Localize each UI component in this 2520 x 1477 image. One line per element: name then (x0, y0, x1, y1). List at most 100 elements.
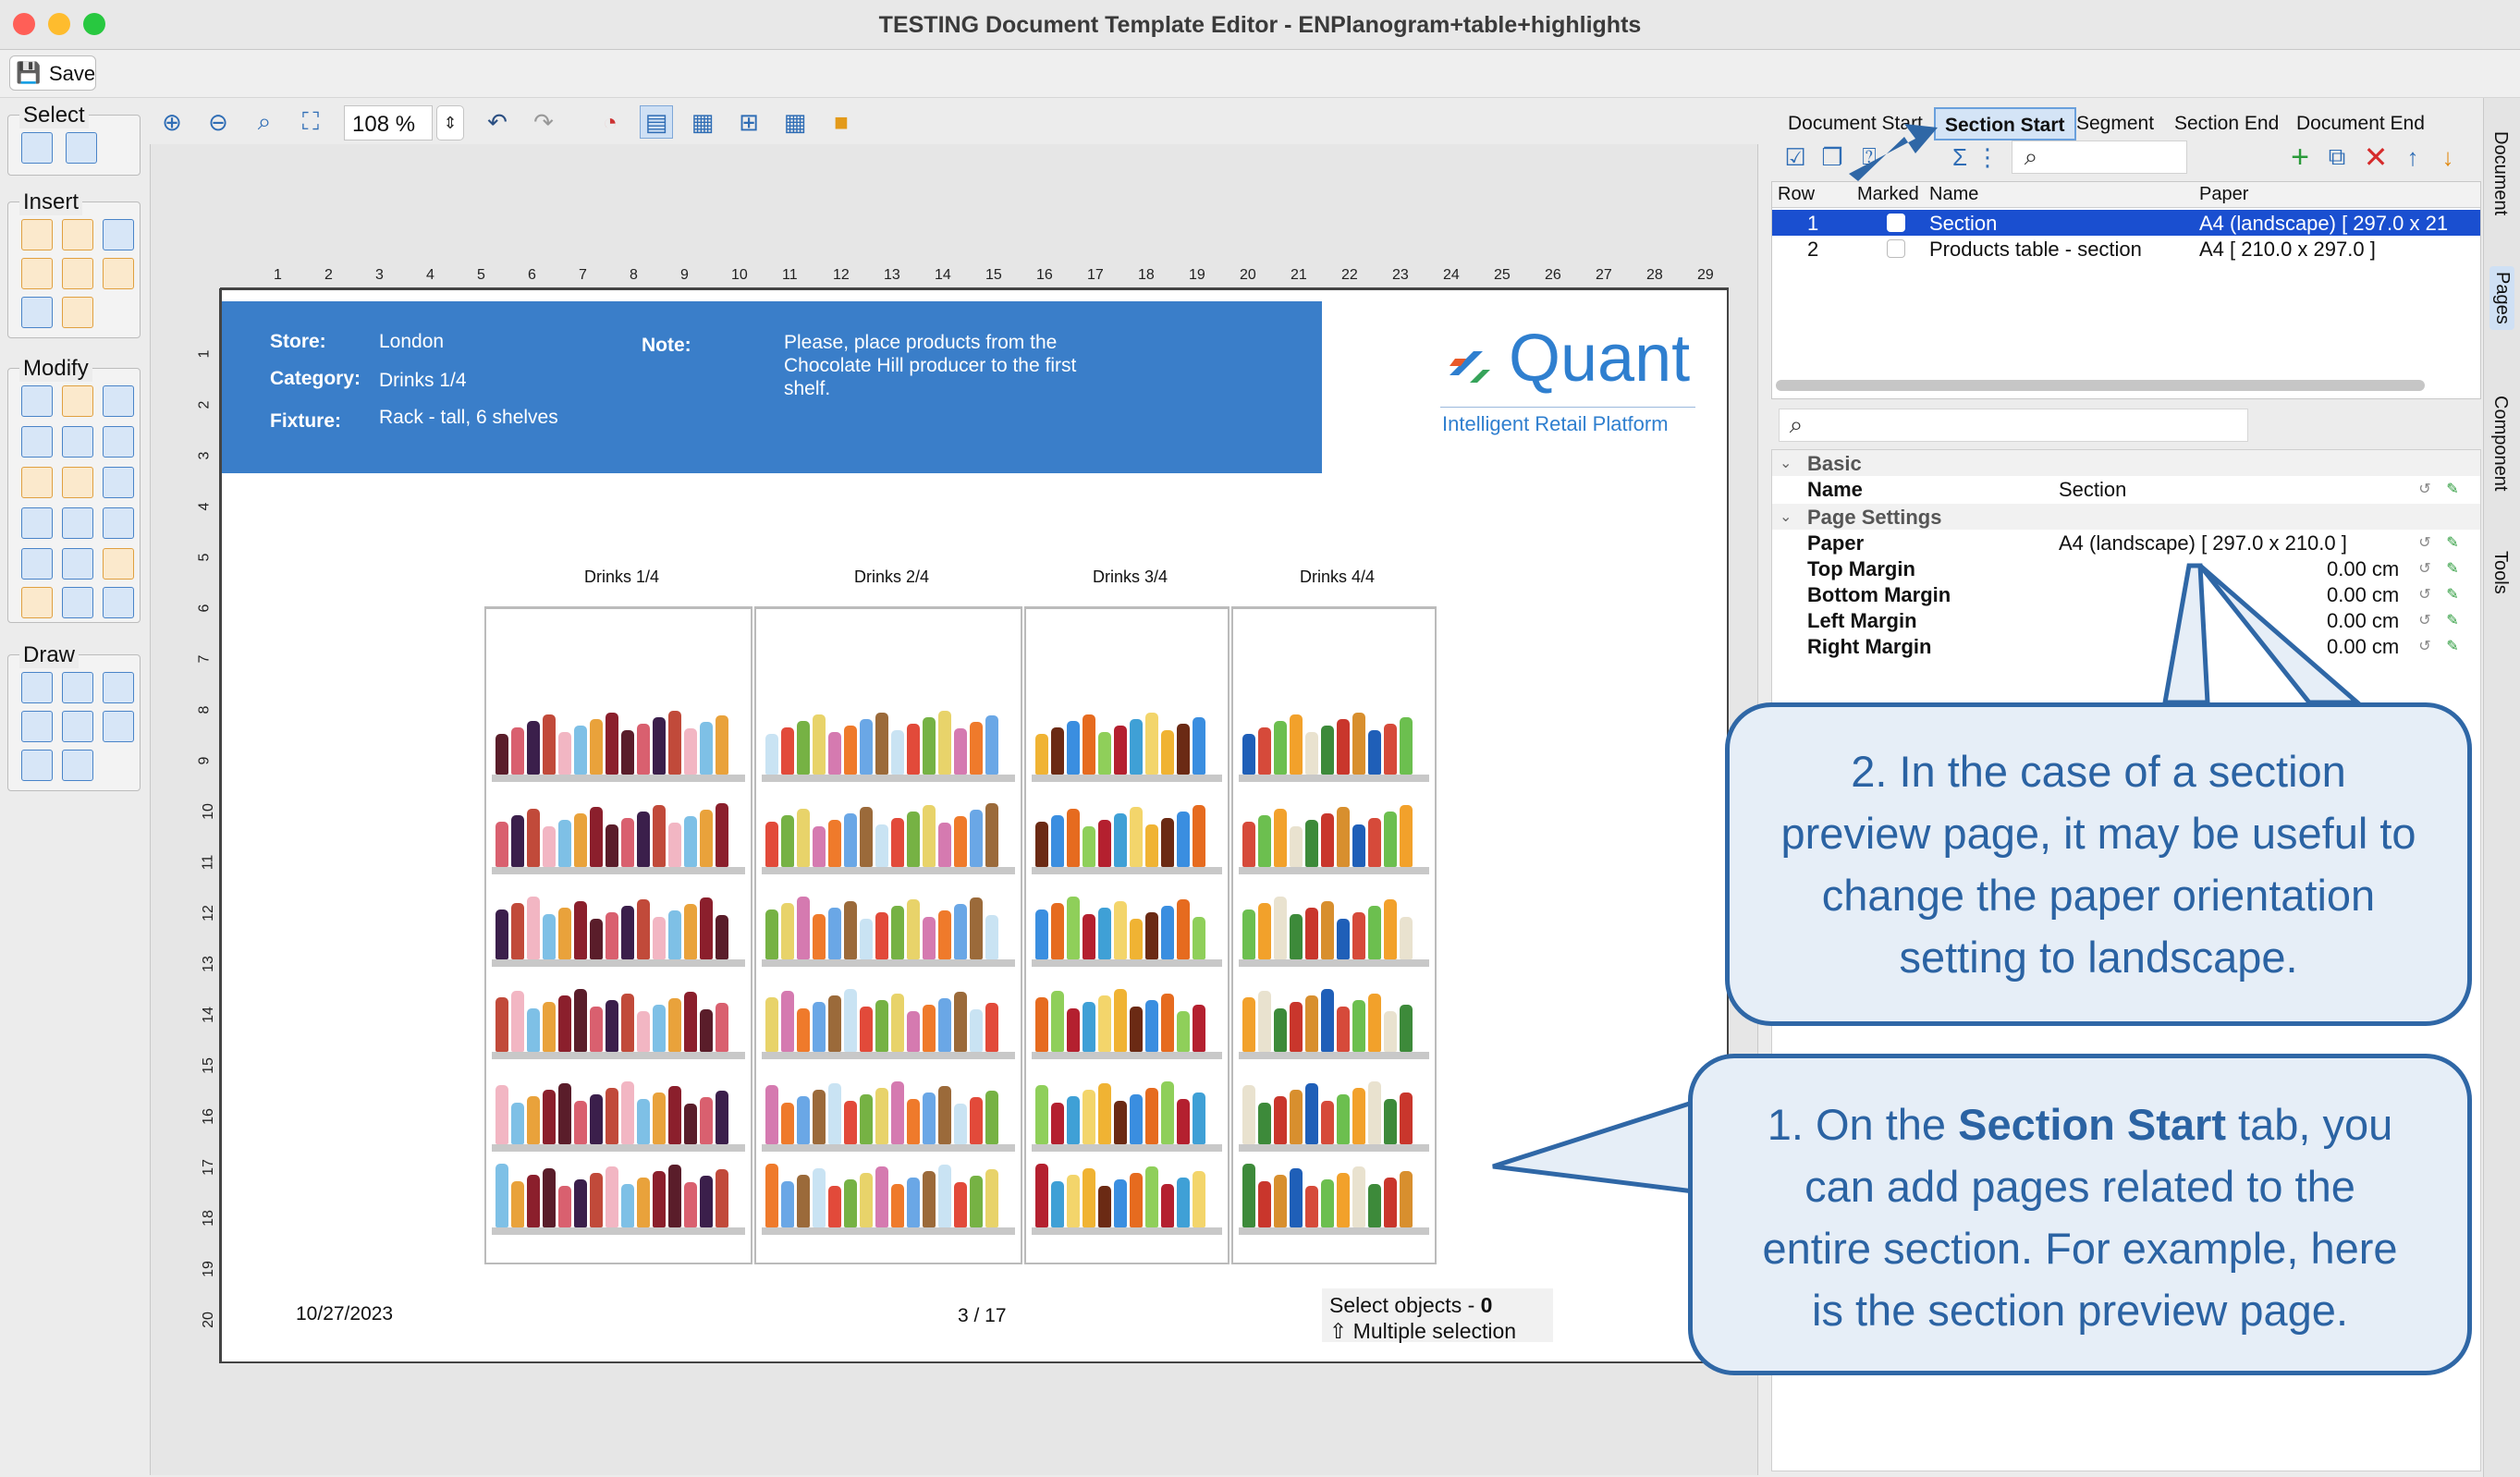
product[interactable] (985, 803, 998, 867)
product[interactable] (716, 803, 728, 867)
insert-pdf-tool[interactable] (103, 258, 134, 289)
product[interactable] (543, 1168, 556, 1227)
arrange-icon[interactable]: ⊞ (732, 105, 765, 139)
paper-value[interactable]: A4 (landscape) [ 297.0 x 210.0 ] (2059, 531, 2347, 555)
product[interactable] (1305, 1186, 1318, 1227)
product[interactable] (1177, 1099, 1190, 1144)
rotate-tool[interactable] (62, 426, 93, 458)
table-row[interactable]: 2 Products table - section A4 [ 210.0 x … (1772, 236, 2480, 262)
product[interactable] (558, 1186, 571, 1227)
product[interactable] (1305, 820, 1318, 867)
product[interactable] (1305, 995, 1318, 1052)
product[interactable] (970, 1097, 983, 1144)
product[interactable] (1067, 1008, 1080, 1052)
reset-icon[interactable]: ↺ (2414, 635, 2436, 657)
product-row[interactable] (1242, 895, 1425, 959)
marked-checkbox[interactable] (1887, 239, 1905, 258)
product[interactable] (1290, 1002, 1303, 1052)
zoom-input[interactable]: 108 % (344, 105, 433, 140)
product[interactable] (813, 914, 826, 959)
product[interactable] (891, 994, 904, 1052)
duplicate-page-icon[interactable]: ⧉ (2320, 140, 2354, 174)
product[interactable] (1083, 1168, 1095, 1227)
col-row[interactable]: Row (1778, 184, 1815, 205)
save-button[interactable]: 💾 Save (9, 55, 96, 91)
align-left-tool[interactable] (103, 426, 134, 458)
product[interactable] (1114, 1179, 1127, 1227)
product-row[interactable] (1242, 1080, 1425, 1144)
product[interactable] (700, 897, 713, 959)
product[interactable] (875, 1000, 888, 1052)
product[interactable] (1083, 914, 1095, 959)
product[interactable] (527, 1008, 540, 1052)
group-tool[interactable] (21, 587, 53, 618)
product[interactable] (1051, 1181, 1064, 1227)
product[interactable] (684, 1182, 697, 1227)
product[interactable] (1368, 906, 1381, 959)
product[interactable] (1242, 909, 1255, 959)
product[interactable] (511, 903, 524, 959)
edit-icon[interactable]: ✎ (2441, 609, 2464, 631)
align-tool-2[interactable] (62, 507, 93, 539)
col-name[interactable]: Name (1929, 184, 1978, 205)
product[interactable] (1321, 1179, 1334, 1227)
product-row[interactable] (495, 1163, 741, 1227)
product[interactable] (1274, 1008, 1287, 1052)
product[interactable] (1098, 1083, 1111, 1144)
product[interactable] (700, 1176, 713, 1227)
reset-icon[interactable]: ↺ (2414, 583, 2436, 605)
product[interactable] (860, 1007, 873, 1052)
product[interactable] (1098, 732, 1111, 775)
product[interactable] (1290, 1090, 1303, 1144)
product[interactable] (1400, 717, 1413, 775)
product[interactable] (590, 1007, 603, 1052)
product[interactable] (1161, 1081, 1174, 1144)
product[interactable] (828, 732, 841, 775)
product[interactable] (653, 1005, 666, 1052)
product[interactable] (1258, 815, 1271, 867)
product[interactable] (1384, 1178, 1397, 1227)
product[interactable] (954, 992, 967, 1052)
product[interactable] (813, 826, 826, 867)
product[interactable] (860, 1094, 873, 1144)
product[interactable] (828, 908, 841, 959)
product[interactable] (1352, 1166, 1365, 1227)
product[interactable] (684, 728, 697, 775)
product[interactable] (765, 734, 778, 775)
product[interactable] (590, 719, 603, 775)
product-row[interactable] (1035, 710, 1218, 775)
product[interactable] (765, 1085, 778, 1144)
product[interactable] (637, 724, 650, 775)
product[interactable] (970, 897, 983, 959)
product[interactable] (1177, 899, 1190, 959)
redo-icon[interactable]: ↷ (527, 105, 560, 139)
product[interactable] (1051, 1103, 1064, 1144)
marquee-tool[interactable] (66, 132, 97, 164)
product[interactable] (1242, 1085, 1255, 1144)
product-row[interactable] (1242, 710, 1425, 775)
product[interactable] (1083, 1002, 1095, 1052)
product[interactable] (844, 1179, 857, 1227)
product[interactable] (1242, 734, 1255, 775)
product-row[interactable] (765, 802, 1011, 867)
preview-page[interactable]: Store: London Category: Drinks 1/4 Fixtu… (220, 288, 1729, 1363)
insert-image-tool[interactable] (21, 297, 53, 328)
tab-section-start[interactable]: Section Start (1934, 107, 2076, 140)
product[interactable] (1145, 713, 1158, 775)
page-help-icon[interactable]: ⍰ (1853, 140, 1886, 174)
reset-icon[interactable]: ↺ (2414, 609, 2436, 631)
product[interactable] (1051, 991, 1064, 1052)
product[interactable] (1161, 730, 1174, 775)
product-row[interactable] (1242, 987, 1425, 1052)
product[interactable] (1130, 1007, 1143, 1052)
product[interactable] (1193, 1092, 1205, 1144)
align-top-tool[interactable] (103, 507, 134, 539)
product[interactable] (1161, 994, 1174, 1052)
product[interactable] (985, 1003, 998, 1052)
product[interactable] (765, 1164, 778, 1227)
product[interactable] (621, 1184, 634, 1227)
distribute-tool[interactable] (21, 507, 53, 539)
properties-search-input[interactable] (1779, 409, 2248, 442)
name-value[interactable]: Section (2059, 478, 2126, 502)
insert-fixture-tool[interactable] (62, 219, 93, 250)
